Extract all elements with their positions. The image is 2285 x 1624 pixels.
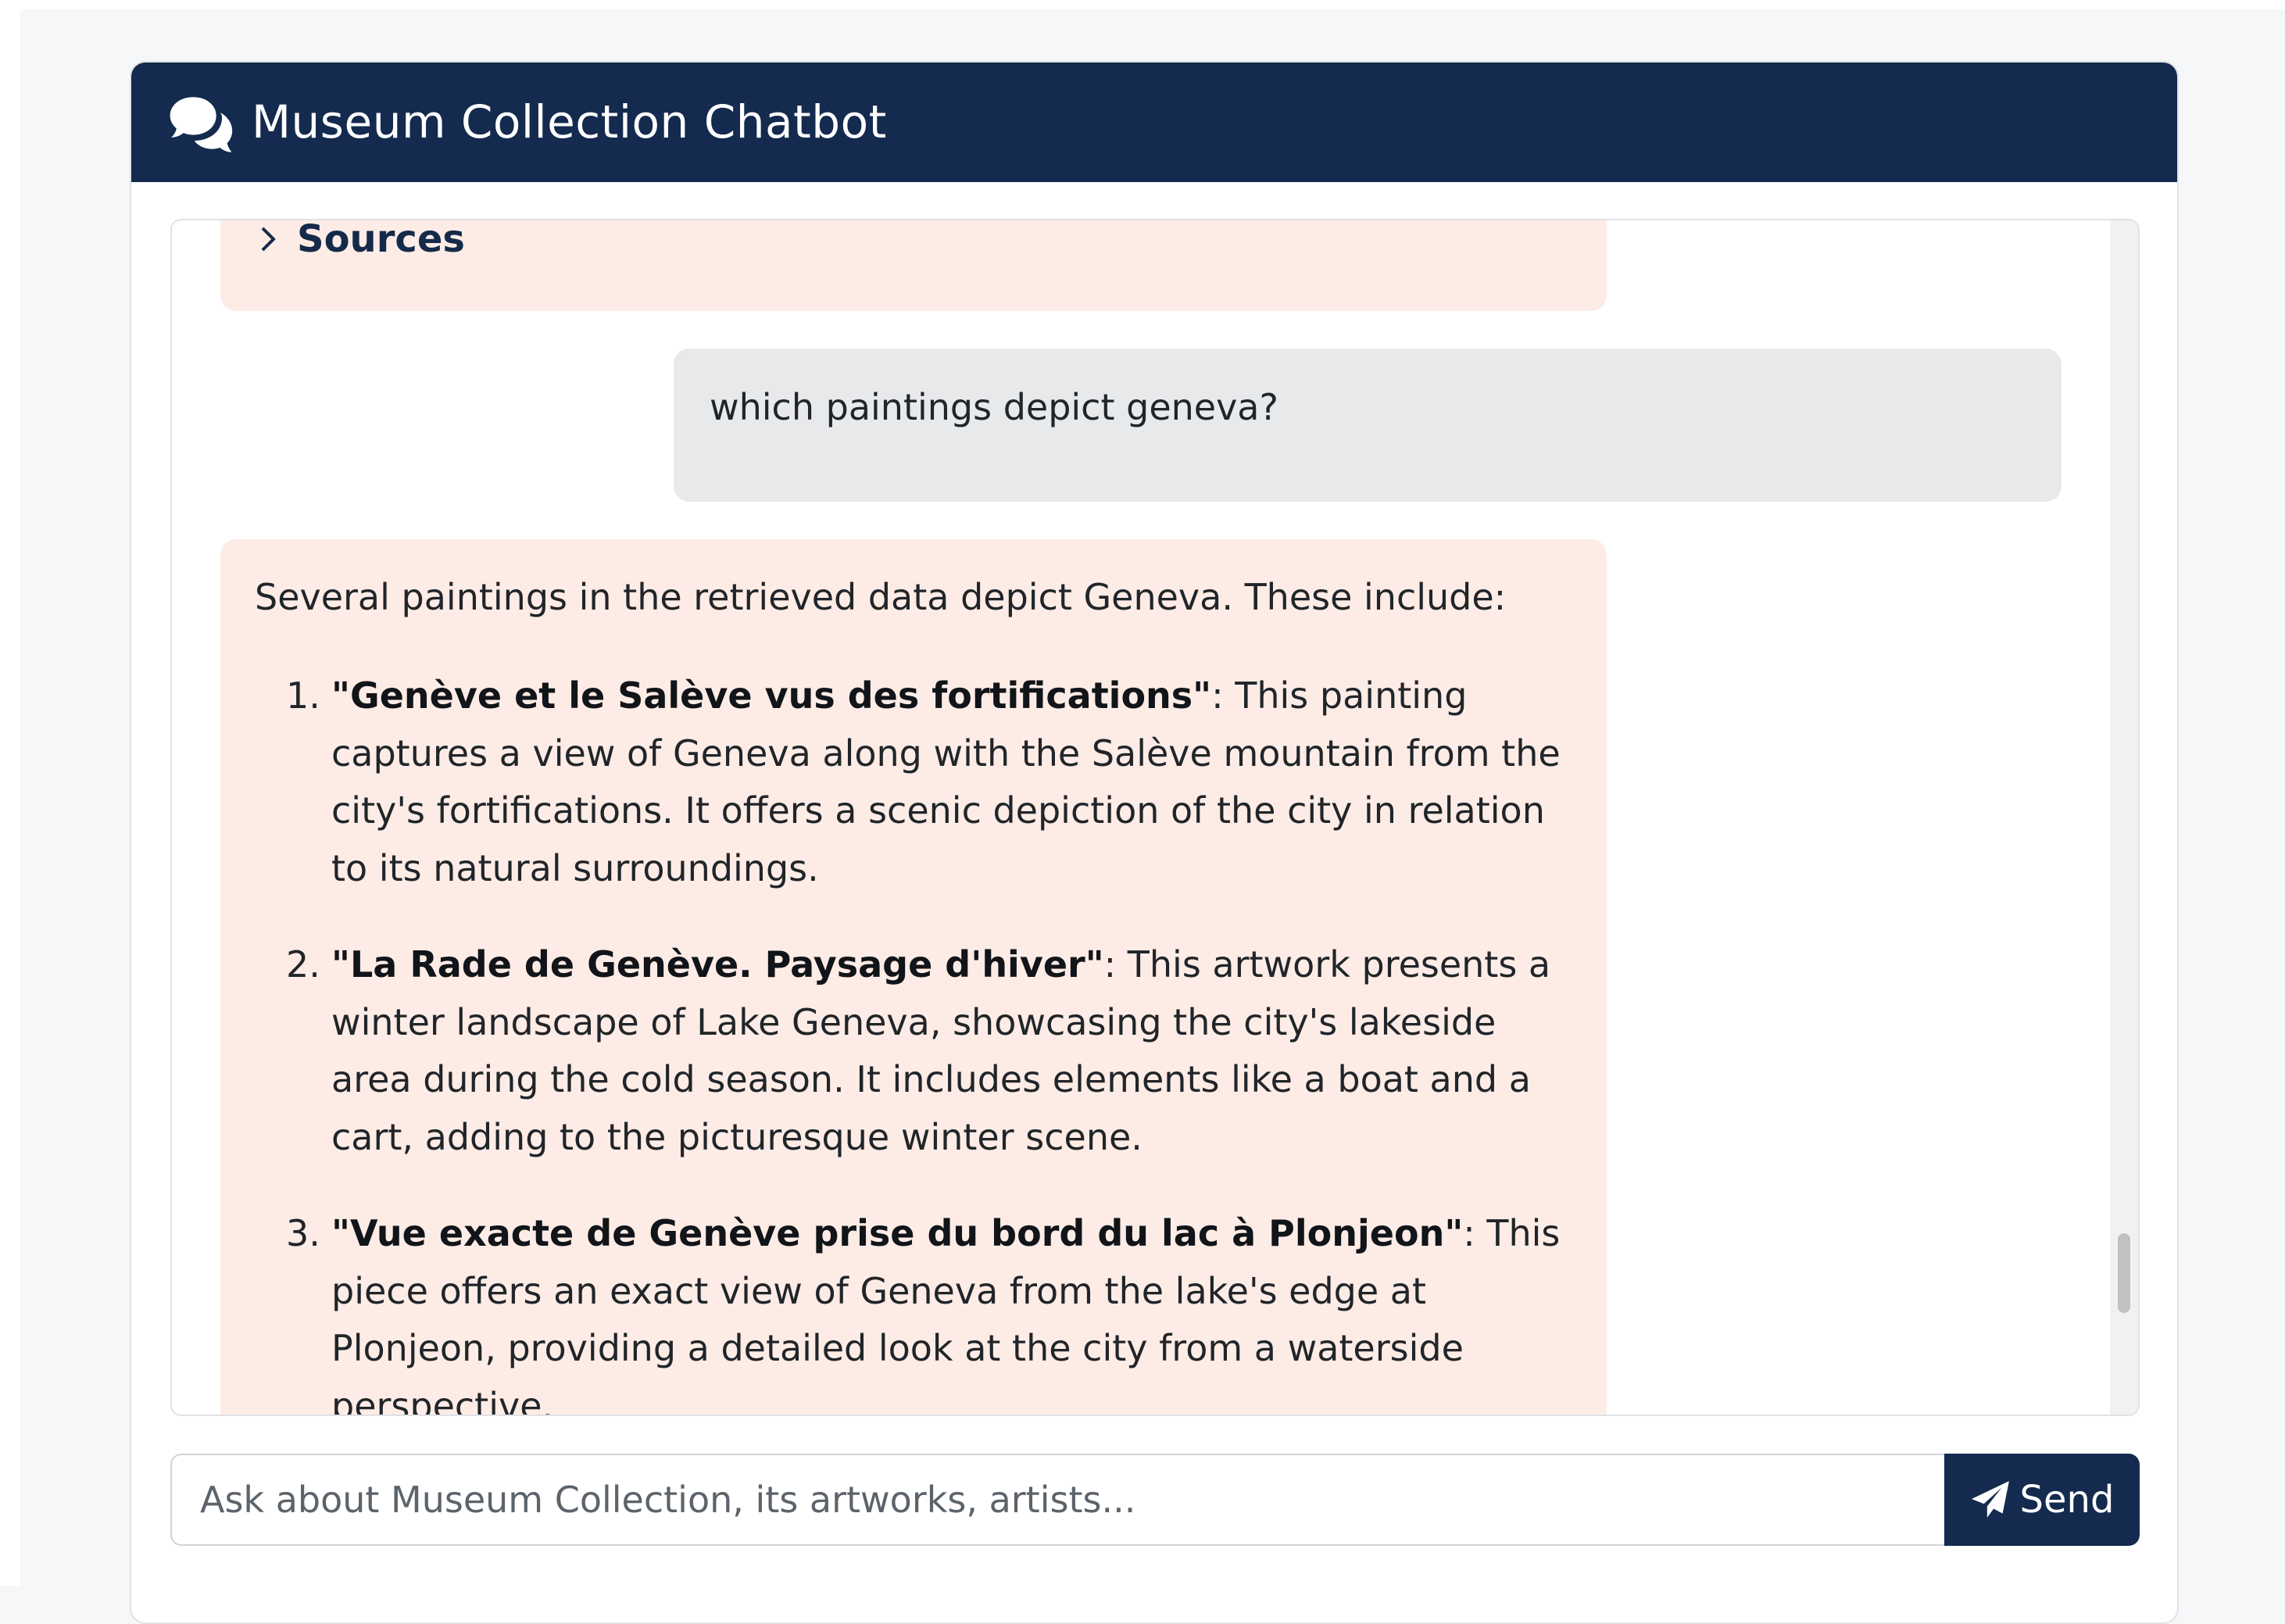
painting-title: "La Rade de Genève. Paysage d'hiver" xyxy=(331,943,1104,985)
chat-input[interactable] xyxy=(170,1454,1944,1546)
answer-intro: Several paintings in the retrieved data … xyxy=(255,576,1507,618)
chat-history[interactable]: Sources which paintings depict geneva? S… xyxy=(170,219,2140,1416)
comments-icon xyxy=(170,97,233,152)
page-title: Museum Collection Chatbot xyxy=(252,95,887,148)
painting-title: "Genève et le Salève vus des fortificati… xyxy=(331,674,1212,717)
chatbot-card: Museum Collection Chatbot Sources which … xyxy=(130,61,2179,1624)
previous-bot-message: Sources xyxy=(220,219,1607,311)
scrollbar-thumb[interactable] xyxy=(2118,1233,2130,1313)
painting-title: "Vue exacte de Genève prise du bord du l… xyxy=(331,1212,1464,1254)
page-top-edge xyxy=(0,0,2285,9)
chevron-right-icon xyxy=(261,227,276,252)
list-item-number: 1. xyxy=(286,674,320,717)
user-message: which paintings depict geneva? xyxy=(674,349,2062,502)
send-button-label: Send xyxy=(2019,1478,2115,1522)
sources-label: Sources xyxy=(297,219,465,261)
list-item: 3. "Vue exacte de Genève prise du bord d… xyxy=(220,1205,1604,1415)
page-left-edge xyxy=(0,0,20,1586)
list-item-number: 2. xyxy=(286,943,320,985)
send-button[interactable]: Send xyxy=(1944,1454,2140,1546)
answer-list: 1. "Genève et le Salève vus des fortific… xyxy=(220,667,1604,1415)
list-item-number: 3. xyxy=(286,1212,320,1254)
list-item: 1. "Genève et le Salève vus des fortific… xyxy=(220,667,1604,897)
sources-toggle[interactable]: Sources xyxy=(256,219,465,261)
chat-input-row: Send xyxy=(170,1454,2140,1546)
card-header: Museum Collection Chatbot xyxy=(131,63,2177,182)
paper-plane-icon xyxy=(1971,1481,2009,1518)
bot-message: Several paintings in the retrieved data … xyxy=(220,539,1607,1415)
user-message-text: which paintings depict geneva? xyxy=(710,386,1278,428)
chat-scrollbar[interactable] xyxy=(2110,220,2138,1415)
list-item: 2. "La Rade de Genève. Paysage d'hiver":… xyxy=(220,936,1604,1166)
